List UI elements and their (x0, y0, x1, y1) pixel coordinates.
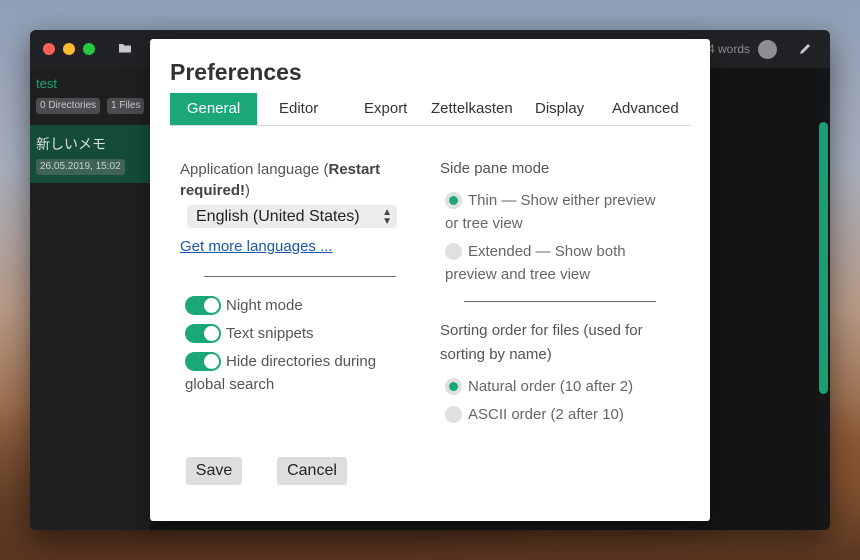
preferences-dialog: Preferences General Editor Export Zettel… (150, 39, 710, 521)
pencil-icon[interactable] (798, 42, 812, 56)
tab-display[interactable]: Display (535, 93, 584, 125)
save-button[interactable]: Save (186, 457, 242, 485)
hide-directories-toggle[interactable] (185, 352, 221, 371)
side-pane-thin-label-line2: or tree view (445, 215, 523, 232)
language-select[interactable]: English (United States) ▲ ▼ (187, 205, 397, 228)
cancel-button[interactable]: Cancel (277, 457, 347, 485)
note-date: 26.05.2019, 15:02 (36, 159, 125, 175)
side-pane-extended-label-line2: preview and tree view (445, 266, 591, 283)
side-pane-extended-radio[interactable] (445, 243, 462, 260)
select-arrows-icon: ▲ ▼ (382, 207, 392, 227)
side-pane-title: Side pane mode (440, 160, 550, 177)
hide-directories-label-line1: Hide directories during (226, 353, 377, 370)
text-snippets-label: Text snippets (226, 325, 314, 342)
tab-general[interactable]: General (170, 93, 257, 125)
tab-export[interactable]: Export (364, 93, 407, 125)
text-snippets-toggle[interactable] (185, 324, 221, 343)
sorting-natural-radio[interactable] (445, 378, 462, 395)
close-window-button[interactable] (43, 43, 55, 55)
avatar[interactable] (758, 40, 777, 59)
sidebar: test 0 Directories 1 Files 新しいメモ 26.05.2… (30, 68, 150, 530)
maximize-window-button[interactable] (83, 43, 95, 55)
language-label: Application language (Restart required!) (180, 161, 381, 199)
files-count-badge: 1 Files (107, 98, 145, 114)
scrollbar-thumb[interactable] (819, 122, 828, 394)
sorting-ascii-radio[interactable] (445, 406, 462, 423)
folder-icon[interactable] (118, 41, 132, 55)
tab-zettelkasten[interactable]: Zettelkasten (431, 93, 513, 125)
tab-editor[interactable]: Editor (279, 93, 318, 125)
side-pane-thin-label-line1: Thin — Show either preview (468, 192, 656, 209)
divider (464, 301, 656, 302)
sorting-title-line1: Sorting order for files (used for (440, 322, 643, 339)
list-item-note[interactable]: 新しいメモ 26.05.2019, 15:02 (30, 125, 150, 183)
side-pane-thin-radio[interactable] (445, 192, 462, 209)
dialog-title: Preferences (170, 59, 302, 85)
sorting-title-line2: sorting by name) (440, 346, 552, 363)
scrollbar[interactable] (816, 68, 830, 530)
note-title: 新しいメモ (36, 137, 106, 153)
sorting-ascii-label: ASCII order (2 after 10) (468, 406, 624, 423)
tab-bar: General Editor Export Zettelkasten Displ… (170, 93, 690, 126)
get-more-languages-link[interactable]: Get more languages ... (180, 238, 333, 255)
directories-count-badge: 0 Directories (36, 98, 101, 114)
divider (204, 276, 396, 277)
sorting-natural-label: Natural order (10 after 2) (468, 378, 634, 395)
word-count: 4 words (708, 42, 751, 56)
hide-directories-label-line2: global search (185, 376, 275, 393)
language-select-value: English (United States) (196, 208, 360, 225)
minimize-window-button[interactable] (63, 43, 75, 55)
night-mode-toggle[interactable] (185, 296, 221, 315)
night-mode-label: Night mode (226, 297, 303, 314)
directory-name[interactable]: test (36, 76, 57, 91)
tab-advanced[interactable]: Advanced (612, 93, 679, 125)
side-pane-extended-label-line1: Extended — Show both (468, 243, 626, 260)
